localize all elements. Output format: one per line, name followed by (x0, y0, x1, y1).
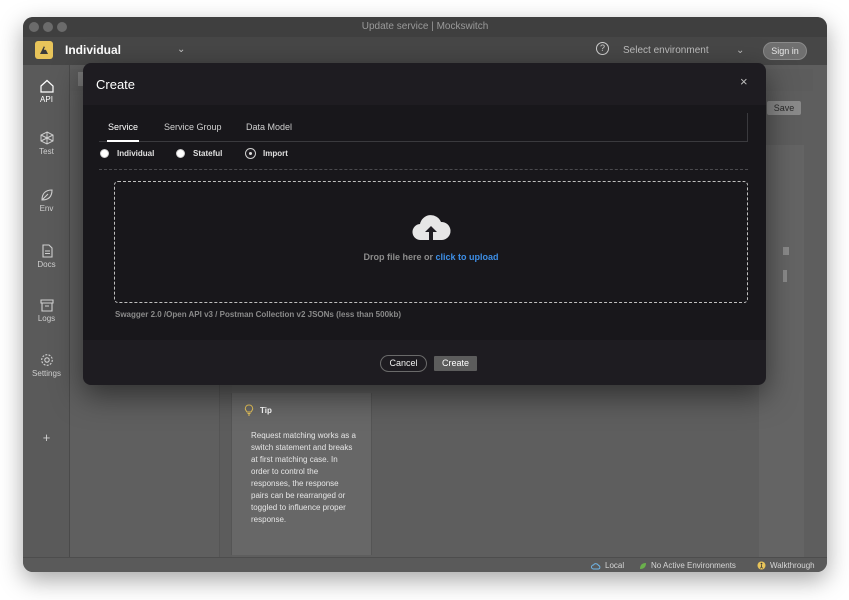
gear-icon (40, 354, 53, 366)
tip-text: Request matching works as a switch state… (251, 431, 356, 524)
background-scroll-thumb[interactable] (783, 270, 787, 282)
leaf-icon (640, 562, 646, 569)
sidebar-item-settings[interactable]: Settings (23, 353, 70, 378)
tip-panel: Tip Request matching works as a switch s… (231, 393, 372, 555)
sidebar-item-logs[interactable]: Logs (23, 298, 70, 323)
cube-icon (40, 131, 53, 145)
file-dropzone[interactable]: Drop file here or click to upload (114, 181, 748, 303)
close-icon[interactable]: × (740, 74, 748, 89)
create-dialog: Create × Service Service Group Data Mode… (83, 63, 766, 385)
sidebar-item-api[interactable]: API (23, 79, 70, 104)
help-icon[interactable]: ? (596, 42, 609, 55)
sidebar-item-env[interactable]: Env (23, 188, 70, 213)
tab-service-group[interactable]: Service Group (164, 122, 222, 132)
sign-in-button[interactable]: Sign in (763, 42, 807, 60)
workspace-name[interactable]: Individual (65, 43, 121, 57)
sidebar-item-label: Logs (37, 314, 56, 323)
upload-hint: Swagger 2.0 /Open API v3 / Postman Colle… (115, 310, 402, 319)
radio-label: Individual (117, 149, 155, 158)
maximize-window-button[interactable] (57, 22, 67, 32)
background-scroll-thumb[interactable] (783, 247, 789, 255)
active-tab-indicator (107, 140, 139, 142)
minimize-window-button[interactable] (43, 22, 53, 32)
archive-icon (39, 299, 54, 312)
dialog-body: Service Service Group Data Model Individ… (83, 105, 766, 340)
environment-select[interactable]: Select environment (623, 45, 709, 56)
cancel-button[interactable]: Cancel (380, 355, 427, 372)
chevron-down-icon[interactable]: ⌄ (177, 44, 185, 55)
cloud-upload-icon (412, 215, 451, 241)
click-to-upload-link[interactable]: click to upload (436, 252, 499, 262)
status-environments-label: No Active Environments (651, 561, 736, 570)
divider (99, 169, 748, 170)
radio-button[interactable] (176, 149, 185, 158)
create-button[interactable]: Create (434, 356, 477, 371)
radio-button[interactable] (100, 149, 109, 158)
status-local[interactable]: Local (591, 561, 624, 570)
dropzone-text: Drop file here or click to upload (115, 252, 747, 262)
chevron-down-icon[interactable]: ⌄ (736, 45, 744, 56)
create-tabs: Service Service Group Data Model (99, 113, 748, 142)
radio-import[interactable]: Import (246, 149, 288, 158)
sidebar-item-label: Test (39, 147, 54, 156)
radio-label: Stateful (193, 149, 223, 158)
radio-stateful[interactable]: Stateful (176, 149, 222, 158)
dialog-title: Create (96, 77, 136, 92)
save-button[interactable]: Save (767, 101, 801, 115)
status-walkthrough[interactable]: Walkthrough (757, 561, 815, 570)
sidebar-item-test[interactable]: Test (23, 131, 70, 156)
status-walkthrough-label: Walkthrough (770, 561, 815, 570)
lightbulb-icon (244, 404, 254, 416)
sidebar: API Test Env Docs Logs Settings + (23, 65, 70, 557)
sidebar-item-label: Env (39, 204, 54, 213)
status-environments[interactable]: No Active Environments (639, 561, 736, 570)
leaf-icon (40, 189, 53, 201)
app-logo-icon (35, 41, 53, 59)
app-bar: Individual ⌄ ? Select environment ⌄ Sign… (23, 37, 827, 65)
radio-individual[interactable]: Individual (100, 149, 154, 158)
walkthrough-icon (757, 561, 766, 570)
dropzone-label: Drop file here or (363, 252, 433, 262)
sidebar-item-label: Docs (37, 260, 56, 269)
title-bar: Update service | Mockswitch (23, 17, 827, 37)
window-title: Update service | Mockswitch (361, 21, 489, 32)
tip-title: Tip (260, 406, 272, 415)
status-bar: Local No Active Environments Walkthrough (23, 557, 827, 572)
cloud-icon (591, 562, 601, 569)
tab-service[interactable]: Service (108, 122, 138, 132)
status-local-label: Local (605, 561, 625, 570)
home-icon (39, 79, 54, 93)
radio-button-selected[interactable] (246, 149, 255, 158)
radio-label: Import (263, 149, 288, 158)
document-icon (41, 244, 53, 258)
add-button[interactable]: + (23, 430, 70, 445)
sidebar-item-label: API (40, 95, 53, 104)
sidebar-item-docs[interactable]: Docs (23, 244, 70, 269)
tab-data-model[interactable]: Data Model (246, 122, 292, 132)
sidebar-item-label: Settings (32, 369, 61, 378)
close-window-button[interactable] (29, 22, 39, 32)
